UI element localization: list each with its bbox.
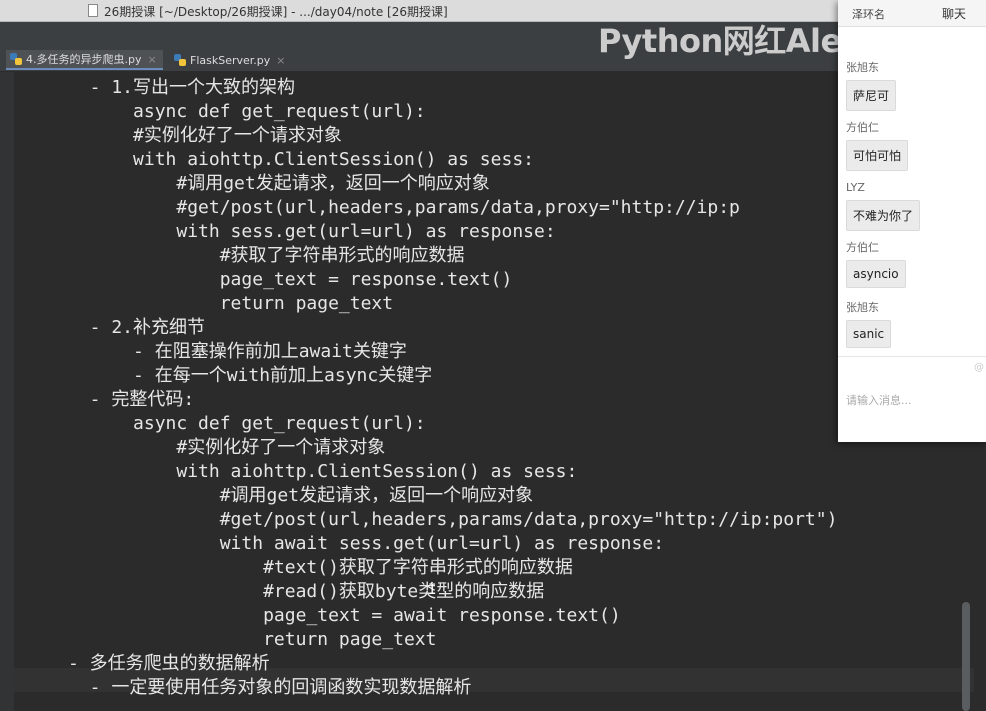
message-sender: 方伯仁 [846, 121, 879, 134]
code-line: - 在每一个with前加上async关键字 [68, 365, 433, 386]
code-line: #调用get发起请求，返回一个响应对象 [68, 485, 534, 506]
tab-async-crawler[interactable]: 4.多任务的异步爬虫.py × [6, 50, 163, 70]
python-file-icon [174, 54, 186, 66]
code-line: #实例化好了一个请求对象 [68, 125, 342, 146]
code-line: #调用get发起请求，返回一个响应对象 [68, 173, 490, 194]
code-line: page_text = await response.text() [68, 605, 621, 626]
chat-message: 方伯仁 可怕可怕 [846, 120, 909, 171]
message-bubble: sanic [846, 320, 892, 348]
message-sender: 方伯仁 [846, 241, 879, 254]
chat-message-list: 张旭东 萨尼可 方伯仁 可怕可怕 LYZ 不难为你了 方伯仁 asyncio 张… [838, 26, 986, 356]
chat-divider [838, 356, 986, 357]
chat-message-input[interactable]: 请输入消息... [846, 392, 912, 408]
chat-partial-message: 泽环名 [852, 8, 885, 21]
chat-header: 泽环名 聊天 [838, 0, 986, 27]
code-line: #实例化好了一个请求对象 [68, 437, 386, 458]
code-line: #get/post(url,headers,params/data,proxy=… [68, 509, 838, 530]
tab-label: 4.多任务的异步爬虫.py [26, 53, 142, 66]
chat-message: 张旭东 萨尼可 [846, 60, 897, 111]
code-line: - 多任务爬虫的数据解析 [68, 653, 270, 674]
watermark: Python网红Alex [598, 22, 862, 60]
code-line: #read()获取byte类型的响应数据 [68, 581, 545, 602]
code-line: - 2.补充细节 [68, 317, 206, 338]
chat-message: 方伯仁 asyncio [846, 240, 906, 288]
python-file-icon [10, 53, 22, 65]
code-line: - 在阻塞操作前加上await关键字 [68, 341, 407, 362]
code-line: with await sess.get(url=url) as response… [68, 533, 665, 554]
message-sender: LYZ [846, 181, 865, 194]
text-cursor-icon: I [428, 582, 437, 598]
code-line: page_text = response.text() [68, 269, 513, 290]
code-line: - 一定要使用任务对象的回调函数实现数据解析 [68, 677, 472, 698]
tab-label: FlaskServer.py [190, 53, 271, 67]
editor-gutter [0, 72, 14, 711]
file-icon [88, 4, 98, 17]
chat-message: 张旭东 sanic [846, 300, 892, 348]
code-line: async def get_request(url): [68, 101, 426, 122]
ide-window: 26期授课 [~/Desktop/26期授课] - .../day04/note… [0, 0, 986, 711]
code-line: with sess.get(url=url) as response: [68, 221, 556, 242]
message-bubble: 不难为你了 [846, 200, 921, 231]
message-sender: 张旭东 [846, 301, 879, 314]
code-line: #获取了字符串形式的响应数据 [68, 245, 465, 266]
message-bubble: 可怕可怕 [846, 140, 909, 171]
code-line: async def get_request(url): [68, 413, 426, 434]
chat-title: 聊天 [941, 7, 966, 21]
message-sender: 张旭东 [846, 61, 879, 74]
code-line: #text()获取了字符串形式的响应数据 [68, 557, 573, 578]
message-bubble: 萨尼可 [846, 80, 897, 111]
chat-message: LYZ 不难为你了 [846, 180, 921, 231]
code-line: with aiohttp.ClientSession() as sess: [68, 461, 578, 482]
code-line: with aiohttp.ClientSession() as sess: [68, 149, 534, 170]
window-title: 26期授课 [~/Desktop/26期授课] - .../day04/note… [104, 5, 448, 19]
message-bubble: asyncio [846, 260, 906, 288]
chat-panel: 泽环名 聊天 张旭东 萨尼可 方伯仁 可怕可怕 LYZ 不难为你了 方伯仁 as… [838, 0, 986, 442]
emoji-icon[interactable]: @ [974, 362, 984, 373]
code-line: return page_text [68, 629, 437, 650]
vertical-scrollbar[interactable] [962, 602, 970, 711]
tab-flask-server[interactable]: FlaskServer.py × [170, 50, 292, 70]
code-line: return page_text [68, 293, 394, 314]
code-line: #get/post(url,headers,params/data,proxy=… [68, 197, 740, 218]
code-line: - 完整代码: [68, 389, 195, 410]
close-icon[interactable]: × [276, 54, 285, 67]
close-icon[interactable]: × [147, 53, 156, 66]
code-line: - 1.写出一个大致的架构 [68, 77, 296, 98]
